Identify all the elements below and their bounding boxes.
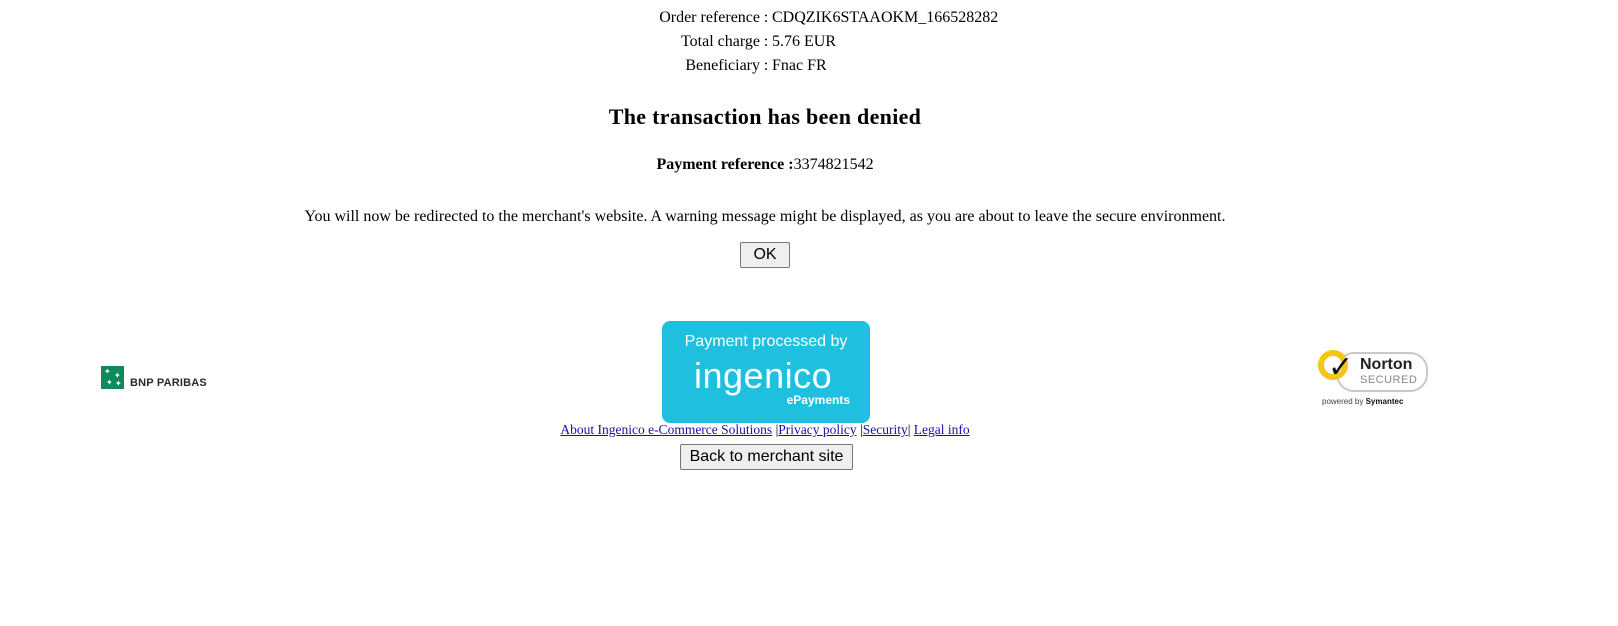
about-ingenico-link[interactable]: About Ingenico e-Commerce Solutions bbox=[560, 422, 772, 437]
processor-sub: ePayments bbox=[786, 393, 850, 407]
payment-reference-value: 3374821542 bbox=[793, 156, 874, 173]
norton-checkmark-icon: ✓ bbox=[1318, 350, 1353, 385]
order-reference-separator: : bbox=[763, 9, 769, 26]
order-reference-value: CDQZIK6STAAOKM_166528282 bbox=[772, 9, 999, 26]
beneficiary-separator: : bbox=[763, 57, 769, 74]
norton-name: Norton bbox=[1360, 356, 1413, 373]
security-link[interactable]: Security bbox=[863, 422, 908, 437]
legal-info-link[interactable]: Legal info bbox=[914, 422, 970, 437]
payment-reference: Payment reference :3374821542 bbox=[0, 156, 1530, 174]
beneficiary-row: Beneficiary : Fnac FR bbox=[0, 54, 1530, 78]
order-info: Order reference : CDQZIK6STAAOKM_1665282… bbox=[0, 6, 1530, 78]
bnp-paribas-logo-icon: ✦ ✦ ✦ ✦ bbox=[101, 366, 124, 389]
footer-links: About Ingenico e-Commerce Solutions | Pri… bbox=[0, 422, 1530, 438]
payment-reference-label: Payment reference : bbox=[656, 156, 794, 173]
redirect-message: You will now be redirected to the mercha… bbox=[304, 208, 1226, 225]
symantec-name: Symantec bbox=[1365, 397, 1404, 406]
transaction-status-title: The transaction has been denied bbox=[608, 104, 922, 129]
norton-powered-by: powered by Symantec bbox=[1322, 397, 1404, 406]
norton-secured-text: SECURED bbox=[1360, 374, 1418, 386]
beneficiary-value: Fnac FR bbox=[772, 57, 827, 74]
processor-caption: Payment processed by bbox=[684, 333, 848, 350]
total-charge-separator: : bbox=[763, 33, 769, 50]
privacy-policy-link[interactable]: Privacy policy bbox=[778, 422, 856, 437]
bnp-paribas-logo: ✦ ✦ ✦ ✦ BNP PARIBAS bbox=[101, 366, 207, 389]
bnp-paribas-name: BNP PARIBAS bbox=[130, 376, 207, 389]
back-to-merchant-button[interactable]: Back to merchant site bbox=[680, 444, 853, 470]
ok-button[interactable]: OK bbox=[740, 242, 790, 268]
beneficiary-label: Beneficiary bbox=[685, 57, 760, 74]
norton-secured-seal: ✓ Norton SECURED powered by Symantec bbox=[1318, 346, 1430, 410]
total-charge-value: 5.76 EUR bbox=[772, 33, 836, 50]
order-reference-row: Order reference : CDQZIK6STAAOKM_1665282… bbox=[0, 6, 1530, 30]
processor-name: ingenico bbox=[694, 355, 833, 396]
ingenico-logo-icon: Payment processed by ingenico ePayments bbox=[662, 321, 870, 423]
total-charge-label: Total charge bbox=[681, 33, 760, 50]
footer-separator: | bbox=[907, 422, 911, 437]
order-reference-label: Order reference bbox=[659, 9, 760, 26]
total-charge-row: Total charge : 5.76 EUR bbox=[0, 30, 1530, 54]
